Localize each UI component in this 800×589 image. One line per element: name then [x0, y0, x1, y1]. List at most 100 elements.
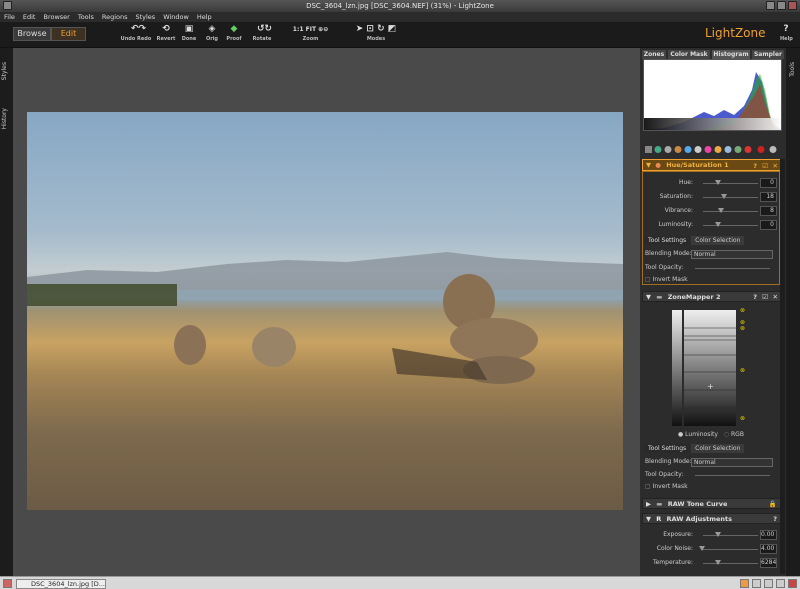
- luminosity-radio-icon[interactable]: ●: [678, 431, 683, 438]
- menu-browser[interactable]: Browser: [39, 12, 73, 22]
- blending-mode-select[interactable]: Normal: [691, 250, 773, 259]
- hue-slider[interactable]: [703, 183, 758, 184]
- exposure-slider[interactable]: [703, 535, 758, 536]
- zoom-1-1-button[interactable]: 1:1: [293, 26, 304, 33]
- taskbar-item[interactable]: DSC_3604_lzn.jpg [D...: [16, 579, 106, 589]
- tab-history[interactable]: History: [1, 108, 8, 129]
- luminosity-slider[interactable]: [703, 225, 758, 226]
- rotate-button[interactable]: ↺↻ Rotate: [251, 24, 273, 43]
- minimize-button[interactable]: [766, 1, 775, 10]
- zonemapper-header[interactable]: ▼ ▬ ZoneMapper 2 ? ☑ ✕: [642, 291, 782, 302]
- menu-help[interactable]: Help: [193, 12, 216, 22]
- close-button[interactable]: [788, 1, 797, 10]
- tab-color-selection[interactable]: Color Selection: [691, 444, 745, 453]
- layers-icon: ◈: [208, 24, 216, 34]
- trash-icon[interactable]: [788, 579, 797, 588]
- opacity-slider[interactable]: [695, 268, 770, 269]
- help-button[interactable]: ? Help: [780, 25, 793, 43]
- luminosity-knob[interactable]: [715, 222, 721, 227]
- vibrance-value[interactable]: 8: [760, 206, 777, 216]
- tab-tools[interactable]: Tools: [789, 62, 796, 77]
- help-icon[interactable]: ?: [753, 161, 757, 171]
- help-icon[interactable]: ?: [753, 292, 757, 302]
- menu-edit[interactable]: Edit: [19, 12, 40, 22]
- zone-pins[interactable]: ⊗ ⊗ ⊗ ⊗ ⊗: [740, 308, 746, 426]
- close-tool-icon[interactable]: ✕: [773, 161, 778, 171]
- proof-button[interactable]: ◆ Proof: [225, 25, 243, 43]
- hue-knob[interactable]: [715, 180, 721, 185]
- raw-adjustments-header[interactable]: ▼ R RAW Adjustments ?: [642, 513, 782, 524]
- tray-app-icon[interactable]: [764, 579, 773, 588]
- maximize-button[interactable]: [777, 1, 786, 10]
- checkbox-icon[interactable]: □: [645, 483, 651, 490]
- browse-button[interactable]: Browse: [13, 27, 51, 41]
- temperature-slider[interactable]: [703, 563, 758, 564]
- saturation-knob[interactable]: [721, 194, 727, 199]
- rotate-mode-icon[interactable]: ↻: [377, 24, 385, 34]
- svg-text:+: +: [707, 382, 714, 391]
- undo-redo-button[interactable]: ↶↷ Undo Redo: [120, 25, 152, 43]
- window-menu-icon[interactable]: [3, 1, 12, 10]
- tab-sampler[interactable]: Sampler: [752, 50, 784, 59]
- tray-app-icon[interactable]: [740, 579, 749, 588]
- help-icon[interactable]: ?: [773, 514, 777, 524]
- luminosity-value[interactable]: 0: [760, 220, 777, 230]
- region-mode-icon[interactable]: ◩: [388, 24, 397, 34]
- exposure-value[interactable]: 0.00: [760, 530, 777, 540]
- vibrance-row: Vibrance: 8: [643, 205, 783, 217]
- enable-checkbox-icon[interactable]: ☑: [762, 161, 768, 171]
- crop-mode-icon[interactable]: ⊡: [366, 24, 374, 34]
- color-noise-knob[interactable]: [699, 546, 705, 551]
- temperature-value[interactable]: 6284: [760, 558, 777, 568]
- show-desktop-icon[interactable]: [3, 579, 12, 588]
- menu-styles[interactable]: Styles: [131, 12, 159, 22]
- opacity-slider[interactable]: [695, 475, 770, 476]
- collapse-arrow-icon[interactable]: ▼: [646, 293, 651, 301]
- tab-zones[interactable]: Zones: [642, 50, 666, 59]
- expand-arrow-icon[interactable]: ▶: [646, 500, 651, 508]
- raw-tone-curve-header[interactable]: ▶ ▬ RAW Tone Curve 🔒: [642, 498, 782, 509]
- checkbox-icon[interactable]: □: [645, 276, 651, 283]
- zoom-out-icon[interactable]: ⊖: [323, 26, 328, 33]
- menu-file[interactable]: File: [0, 12, 19, 22]
- color-noise-value[interactable]: 4.00: [760, 544, 777, 554]
- rgb-radio-icon[interactable]: ○: [724, 431, 729, 438]
- enable-checkbox-icon[interactable]: ☑: [762, 292, 768, 302]
- tab-histogram[interactable]: Histogram: [712, 50, 750, 59]
- collapse-arrow-icon[interactable]: ▼: [646, 161, 651, 169]
- panel-scrollbar[interactable]: [780, 159, 785, 574]
- tab-styles[interactable]: Styles: [1, 62, 8, 80]
- right-sidebar: Tools: [786, 48, 800, 576]
- zoom-fit-button[interactable]: FIT: [306, 26, 316, 33]
- temperature-knob[interactable]: [715, 560, 721, 565]
- tab-color-selection[interactable]: Color Selection: [691, 236, 745, 245]
- tray-app-icon[interactable]: [776, 579, 785, 588]
- revert-button[interactable]: ⟲ Revert: [155, 25, 177, 43]
- tray-app-icon[interactable]: [752, 579, 761, 588]
- rotate-icon: ↺↻: [257, 24, 273, 34]
- menu-regions[interactable]: Regions: [98, 12, 132, 22]
- photo-preview[interactable]: [27, 112, 623, 510]
- tab-color-mask[interactable]: Color Mask: [668, 50, 710, 59]
- arrow-mode-icon[interactable]: ➤: [356, 24, 364, 34]
- orig-button[interactable]: ◈ Orig: [204, 24, 220, 43]
- hue-saturation-header[interactable]: ▼ ● Hue/Saturation 1 ? ☑ ✕: [642, 159, 782, 171]
- done-button[interactable]: ▣ Done: [180, 25, 198, 43]
- saturation-value[interactable]: 18: [760, 192, 777, 202]
- close-tool-icon[interactable]: ✕: [773, 292, 778, 302]
- exposure-knob[interactable]: [715, 532, 721, 537]
- vibrance-slider[interactable]: [703, 211, 758, 212]
- menu-tools[interactable]: Tools: [74, 12, 98, 22]
- zone-map-control[interactable]: +: [672, 310, 744, 426]
- menu-window[interactable]: Window: [159, 12, 193, 22]
- exposure-row: Exposure: 0.00: [643, 529, 783, 541]
- tab-tool-settings[interactable]: Tool Settings: [644, 444, 691, 453]
- collapse-arrow-icon[interactable]: ▼: [646, 515, 651, 523]
- color-noise-slider[interactable]: [703, 549, 758, 550]
- saturation-slider[interactable]: [703, 197, 758, 198]
- blending-mode-select[interactable]: Normal: [691, 458, 773, 467]
- edit-button[interactable]: Edit: [51, 27, 86, 41]
- tab-tool-settings[interactable]: Tool Settings: [644, 236, 691, 245]
- vibrance-knob[interactable]: [718, 208, 724, 213]
- hue-value[interactable]: 0: [760, 178, 777, 188]
